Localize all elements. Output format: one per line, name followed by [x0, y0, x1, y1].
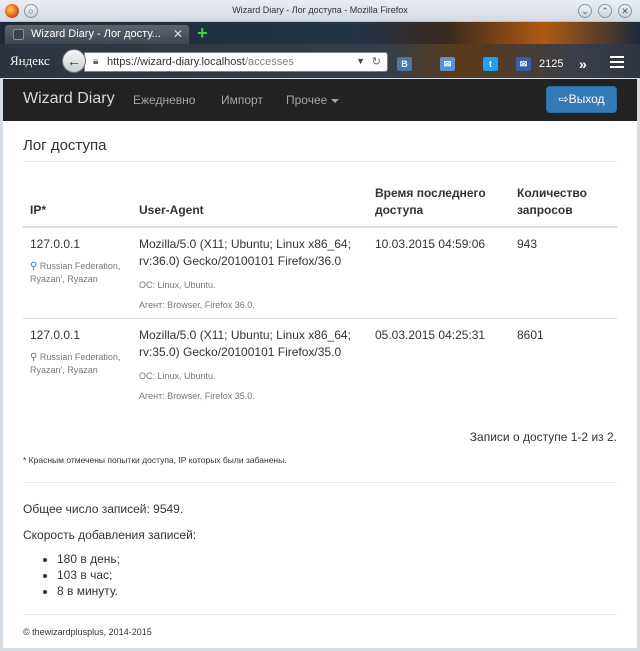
browser-toolbar: Яндекс 🔒︎ https://wizard-diary.localhost…: [0, 44, 640, 78]
agent-info: Агент: Browser, Firefox 36.0.: [139, 300, 255, 310]
inbox-icon[interactable]: ✉: [516, 57, 531, 71]
page-title: Лог доступа: [23, 137, 107, 154]
twitter-icon[interactable]: t: [483, 57, 498, 71]
table-row: 127.0.0.1 ⚲ Russian Federation, Ryazan',…: [23, 227, 617, 319]
ip-address: 127.0.0.1: [30, 237, 81, 251]
nav-daily[interactable]: Ежедневно: [133, 93, 195, 107]
cell-request-count: 8601: [510, 318, 617, 409]
location-text: Russian Federation, Ryazan', Ryazan: [30, 352, 121, 375]
logout-label: Выход: [568, 92, 605, 106]
os-info: ОС: Linux, Ubuntu.: [139, 280, 216, 290]
cell-user-agent: Mozilla/5.0 (X11; Ubuntu; Linux x86_64; …: [132, 227, 368, 319]
url-bar[interactable]: 🔒︎ https://wizard-diary.localhost/access…: [84, 52, 388, 72]
brand-link[interactable]: Wizard Diary: [23, 90, 115, 108]
geo-location: ⚲ Russian Federation, Ryazan', Ryazan: [30, 260, 125, 285]
ban-note: * Красным отмечены попытки доступа, IP к…: [23, 455, 287, 465]
map-pin-icon: ⚲: [30, 352, 38, 363]
yandex-logo[interactable]: Яндекс: [10, 53, 50, 69]
col-user-agent: User-Agent: [132, 183, 368, 228]
url-text: https://wizard-diary.localhost/accesses: [107, 56, 294, 68]
cell-user-agent: Mozilla/5.0 (X11; Ubuntu; Linux x86_64; …: [132, 318, 368, 409]
speed-list: 180 в день; 103 в час; 8 в минуту.: [45, 551, 120, 599]
vk-icon[interactable]: B: [397, 57, 412, 71]
cell-request-count: 943: [517, 237, 538, 251]
user-agent-text: Mozilla/5.0 (X11; Ubuntu; Linux x86_64; …: [139, 328, 351, 359]
speed-label: Скорость добавления записей:: [23, 528, 197, 542]
nav-other[interactable]: Прочее: [286, 93, 340, 107]
new-tab-plus-icon[interactable]: +: [197, 24, 208, 42]
minimize-button[interactable]: ⌄: [578, 4, 592, 18]
tab-strip: Wizard Diary - Лог досту... ✕: [0, 22, 640, 44]
reload-icon[interactable]: ↻: [372, 55, 381, 68]
cell-last-access: 05.03.2015 04:25:31: [368, 318, 510, 409]
list-item: 180 в день;: [57, 551, 120, 567]
pager-summary: Записи о доступе 1-2 из 2.: [469, 430, 617, 444]
overflow-chevron-icon[interactable]: »: [579, 56, 587, 72]
caret-down-icon: [331, 98, 340, 103]
user-agent-text: Mozilla/5.0 (X11; Ubuntu; Linux x86_64; …: [139, 237, 351, 268]
mail-icon[interactable]: ✉: [440, 57, 455, 71]
cell-last-access: 10.03.2015 04:59:06: [375, 237, 486, 251]
maximize-button[interactable]: ⌃: [598, 4, 612, 18]
access-log-table: IP* User-Agent Время последнего доступа …: [23, 183, 617, 409]
hamburger-menu-icon[interactable]: [610, 56, 624, 68]
cell-ip: 127.0.0.1 ⚲ Russian Federation, Ryazan',…: [23, 318, 132, 409]
window-title: Wizard Diary - Лог доступа - Mozilla Fir…: [232, 5, 408, 15]
close-window-button[interactable]: ✕: [618, 4, 632, 18]
divider: [23, 161, 617, 162]
favicon-icon: [13, 29, 24, 40]
cell-ip: 127.0.0.1 ⚲ Russian Federation, Ryazan',…: [23, 227, 132, 319]
browser-tab[interactable]: Wizard Diary - Лог досту... ✕: [4, 24, 190, 44]
page-body: Лог доступа IP* User-Agent Время последн…: [3, 121, 637, 648]
close-tab-icon[interactable]: ✕: [173, 27, 183, 41]
total-records: Общее число записей: 9549.: [23, 502, 184, 516]
col-request-count: Количество запросов: [510, 183, 617, 228]
os-info: ОС: Linux, Ubuntu.: [139, 371, 216, 381]
col-ip: IP*: [23, 183, 132, 228]
ip-address: 127.0.0.1: [30, 328, 81, 342]
nav-other-label: Прочее: [286, 93, 328, 107]
agent-info: Агент: Browser, Firefox 35.0.: [139, 391, 255, 401]
divider: [23, 482, 617, 483]
list-item: 103 в час;: [57, 567, 120, 583]
lock-icon: 🔒︎: [93, 56, 99, 67]
notification-count: 2125: [539, 58, 564, 70]
back-button[interactable]: ←: [62, 49, 86, 73]
col-last-access: Время последнего доступа: [368, 183, 510, 228]
logout-button[interactable]: ⇨Выход: [546, 86, 617, 113]
logout-icon: ⇨: [558, 92, 569, 106]
url-dropdown-icon[interactable]: ▼: [356, 56, 365, 66]
map-pin-icon: ⚲: [30, 261, 38, 272]
geo-location: ⚲ Russian Federation, Ryazan', Ryazan: [30, 351, 125, 376]
tab-title: Wizard Diary - Лог досту...: [31, 28, 161, 40]
footer-copyright: © thewizardplusplus, 2014-2015: [23, 627, 152, 637]
divider: [23, 614, 617, 615]
table-row: 127.0.0.1 ⚲ Russian Federation, Ryazan',…: [23, 318, 617, 409]
site-navbar: Wizard Diary Ежедневно Импорт Прочее ⇨Вы…: [3, 79, 637, 121]
nav-import[interactable]: Импорт: [221, 93, 263, 107]
location-text: Russian Federation, Ryazan', Ryazan: [30, 261, 121, 284]
list-item: 8 в минуту.: [57, 583, 120, 599]
window-titlebar: ○ Wizard Diary - Лог доступа - Mozilla F…: [0, 0, 640, 22]
